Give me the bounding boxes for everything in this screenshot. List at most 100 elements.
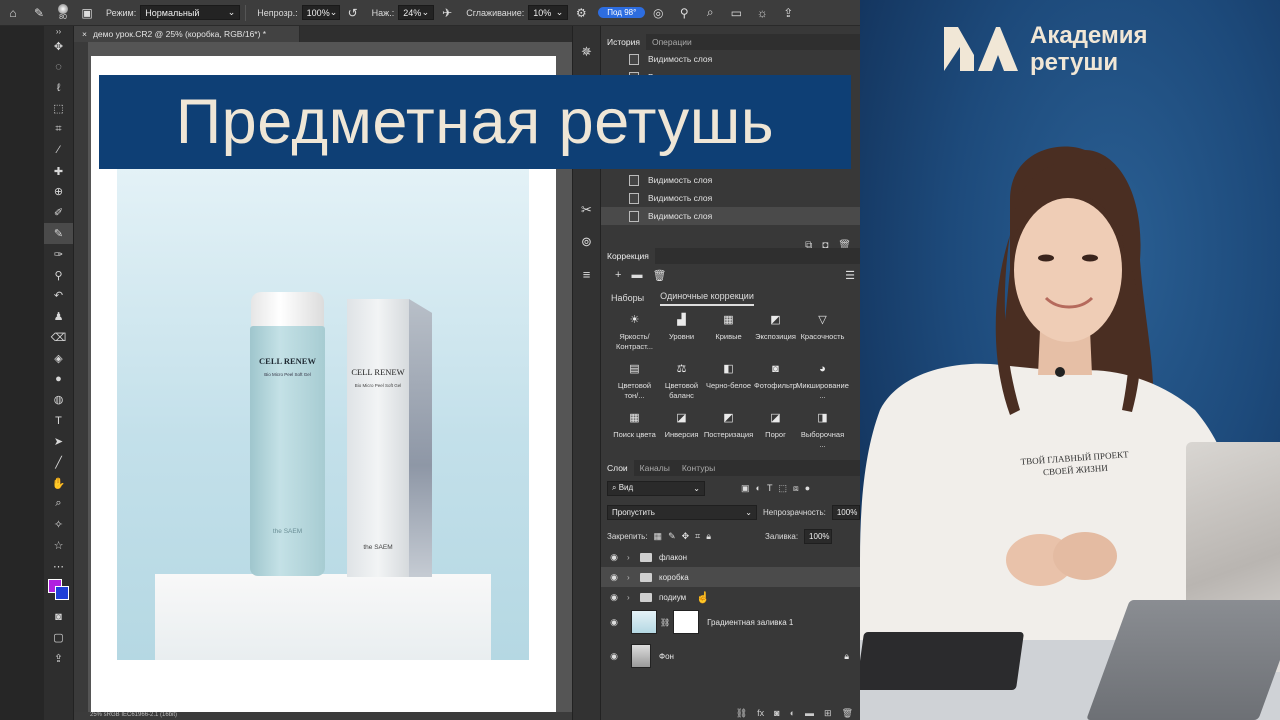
path-select-icon[interactable]: ➤: [44, 431, 73, 452]
tab-paths[interactable]: Контуры: [676, 463, 721, 473]
pressure-field[interactable]: 24% ⌄: [398, 5, 435, 20]
tab-single-adjustments[interactable]: Одиночные коррекции: [660, 291, 754, 306]
brush-settings-panel-icon[interactable]: ✵: [573, 36, 600, 68]
new-group-icon[interactable]: ▬: [805, 708, 814, 720]
move-tool-icon[interactable]: ✥: [44, 36, 73, 57]
airbrush-icon[interactable]: ✈: [439, 5, 455, 21]
filter-pixel-icon[interactable]: ▣: [741, 483, 750, 494]
eye-icon[interactable]: ◉: [601, 572, 627, 583]
eye-icon[interactable]: ◉: [601, 617, 627, 628]
brush-settings-icon[interactable]: ▣: [79, 5, 95, 21]
window-icon[interactable]: ▭: [728, 5, 744, 21]
search-icon[interactable]: ⌕: [702, 5, 718, 21]
line-tool-icon[interactable]: ╱: [44, 452, 73, 473]
adjustment-item[interactable]: ☀ Яркость/ Контраст...: [611, 315, 658, 365]
brush-tool-icon[interactable]: ✎: [31, 5, 47, 21]
clone-source-icon[interactable]: ⊚: [573, 226, 600, 258]
adjustment-item[interactable]: ◙ Фотофильтр: [752, 364, 799, 414]
chevron-right-icon[interactable]: ›: [627, 553, 637, 562]
smoothing-field[interactable]: 10% ⌄: [528, 5, 569, 20]
adjustment-item[interactable]: ◩ Постеризация: [704, 413, 753, 463]
home-icon[interactable]: ⌂: [5, 5, 21, 21]
tab-layers[interactable]: Слои: [601, 460, 634, 476]
zoom-tool-icon[interactable]: ⌕: [44, 494, 73, 515]
pen-brush-icon[interactable]: ✐: [44, 202, 73, 223]
adjustment-layer-icon[interactable]: ◐: [790, 708, 795, 720]
dodge-tool-icon[interactable]: ◍: [44, 390, 73, 411]
adjustment-item[interactable]: ◕ Микширование ...: [796, 364, 849, 414]
stamp-tool-icon[interactable]: ⚲: [44, 265, 73, 286]
eye-icon[interactable]: ◉: [601, 592, 627, 603]
eye-icon[interactable]: ◉: [601, 651, 627, 662]
quick-action-icon[interactable]: ✧: [44, 514, 73, 535]
menu-icon[interactable]: ☰: [845, 269, 855, 282]
tab-history[interactable]: История: [601, 34, 646, 50]
history-item[interactable]: Видимость слоя: [601, 50, 860, 68]
filter-shape-icon[interactable]: ⬚: [778, 483, 787, 494]
lock-pixels-icon[interactable]: ▦: [654, 531, 663, 542]
layer-row[interactable]: ◉ › подиум ☝: [601, 587, 860, 607]
tab-channels[interactable]: Каналы: [634, 463, 676, 473]
adjustment-item[interactable]: ⚖ Цветовой баланс: [658, 364, 705, 414]
adjustments-title[interactable]: Коррекция: [601, 248, 655, 264]
adjustment-item[interactable]: ▤ Цветовой тон/...: [611, 364, 658, 414]
symmetry-icon[interactable]: ⚲: [676, 5, 692, 21]
filter-adjust-icon[interactable]: ◐: [756, 483, 761, 493]
adjustments-panel-icon[interactable]: ≡: [573, 258, 600, 290]
layer-row[interactable]: ◉ › коробка: [601, 567, 860, 587]
fill-field[interactable]: 100%: [804, 528, 833, 544]
mode-select[interactable]: Нормальный ⌄: [140, 5, 241, 20]
adjustment-item[interactable]: ◪ Порог: [752, 413, 799, 463]
collapse-icon[interactable]: ››: [44, 26, 73, 36]
link-layers-icon[interactable]: ⛓: [736, 708, 747, 720]
patch-tool-icon[interactable]: ⊕: [44, 182, 73, 203]
adjustment-item[interactable]: ◪ Инверсия: [658, 413, 705, 463]
marquee-tool-icon[interactable]: ◌: [44, 57, 73, 78]
adjustment-item[interactable]: ◩ Экспозиция: [752, 315, 799, 365]
trash-icon[interactable]: 🗑: [652, 269, 666, 282]
spot-heal-icon[interactable]: ✚: [44, 161, 73, 182]
clone-icon[interactable]: ♟: [44, 306, 73, 327]
screen-mode-icon[interactable]: ▢: [44, 628, 73, 649]
more-tools-icon[interactable]: ⋯: [44, 556, 73, 577]
brush-preset-picker[interactable]: 80: [58, 4, 68, 21]
lightbulb-icon[interactable]: ☼: [754, 5, 770, 21]
blur-tool-icon[interactable]: ●: [44, 369, 73, 390]
tab-presets[interactable]: Наборы: [611, 293, 644, 303]
share-icon[interactable]: ⇪: [780, 5, 796, 21]
adjustment-item[interactable]: ◧ Черно-белое: [705, 364, 752, 414]
chevron-right-icon[interactable]: ›: [627, 593, 637, 602]
fx-icon[interactable]: fx: [757, 708, 764, 720]
mixer-brush-icon[interactable]: ✑: [44, 244, 73, 265]
layer-filter-select[interactable]: ⌕ Вид ⌄: [607, 480, 705, 496]
add-icon[interactable]: +: [615, 269, 621, 281]
object-select-icon[interactable]: ⬚: [44, 98, 73, 119]
lock-move-icon[interactable]: ✥: [682, 531, 690, 542]
adjustment-item[interactable]: ◨ Выборочная ...: [799, 413, 846, 463]
trash-icon[interactable]: 🗑: [842, 708, 853, 720]
background-color-swatch[interactable]: [55, 585, 69, 600]
folder-icon[interactable]: ▬: [631, 269, 642, 281]
adjustment-item[interactable]: ▦ Кривые: [705, 315, 752, 365]
gear-icon[interactable]: ⚙: [573, 5, 589, 21]
tab-actions[interactable]: Операции: [646, 37, 698, 47]
adjustment-item[interactable]: ▦ Поиск цвета: [611, 413, 658, 463]
history-item[interactable]: Видимость слоя: [601, 207, 860, 225]
layer-row[interactable]: ◉ Фон 🔒︎: [601, 642, 860, 670]
quick-mask-icon[interactable]: ◙: [44, 607, 73, 628]
type-tool-icon[interactable]: T: [44, 410, 73, 431]
brush-icon[interactable]: ✎: [44, 223, 73, 244]
opacity-field[interactable]: 100% ⌄: [301, 5, 340, 20]
filter-toggle-icon[interactable]: ●: [805, 483, 810, 493]
layer-opacity-field[interactable]: 100%: [831, 504, 860, 520]
chevron-right-icon[interactable]: ›: [627, 573, 637, 582]
eye-icon[interactable]: ◉: [601, 552, 627, 563]
share-tool-icon[interactable]: ⇪: [44, 648, 73, 669]
lock-brush-icon[interactable]: ✎: [668, 531, 676, 542]
new-layer-icon[interactable]: ⊞: [824, 708, 832, 720]
add-mask-icon[interactable]: ◙: [774, 708, 779, 720]
filter-type-icon[interactable]: T: [767, 483, 773, 493]
adjustment-item[interactable]: ▽ Красочность: [799, 315, 846, 365]
layer-row[interactable]: ◉ › флакон: [601, 547, 860, 567]
history-brush-icon[interactable]: ↶: [44, 286, 73, 307]
